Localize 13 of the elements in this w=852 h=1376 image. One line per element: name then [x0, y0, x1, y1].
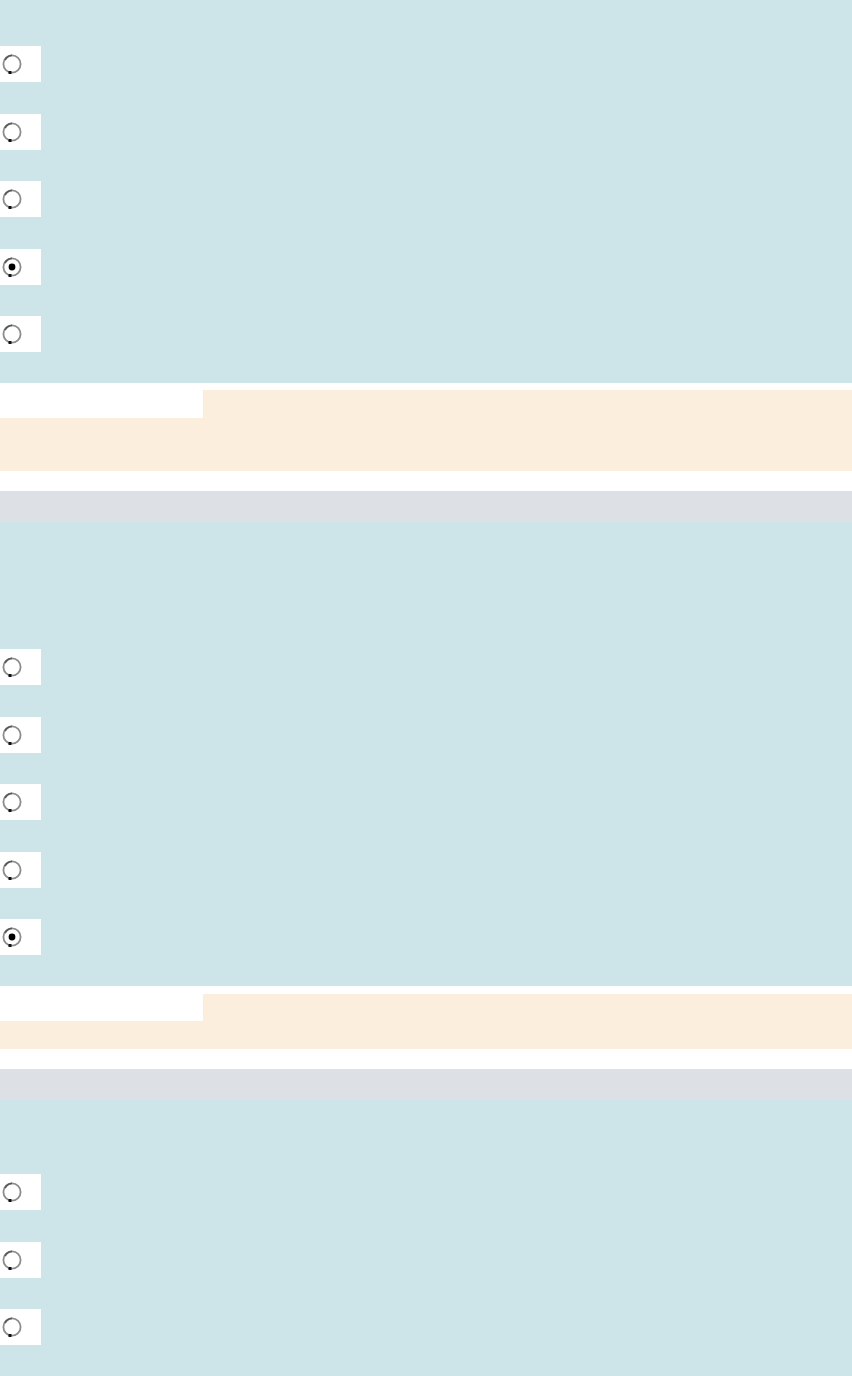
radio-button[interactable] — [2, 324, 22, 344]
radio-button[interactable] — [2, 1249, 22, 1270]
radio-button[interactable] — [2, 189, 22, 209]
radio-button[interactable] — [2, 657, 22, 677]
radio-button[interactable] — [2, 1317, 22, 1337]
radio-button[interactable] — [2, 256, 22, 277]
radio-button[interactable] — [2, 54, 22, 74]
radio-button[interactable] — [2, 792, 22, 812]
radio-button[interactable] — [2, 724, 22, 745]
radio-button[interactable] — [2, 927, 22, 947]
radio-button[interactable] — [2, 1182, 22, 1202]
radio-button[interactable] — [2, 121, 22, 142]
radio-button[interactable] — [2, 859, 22, 880]
